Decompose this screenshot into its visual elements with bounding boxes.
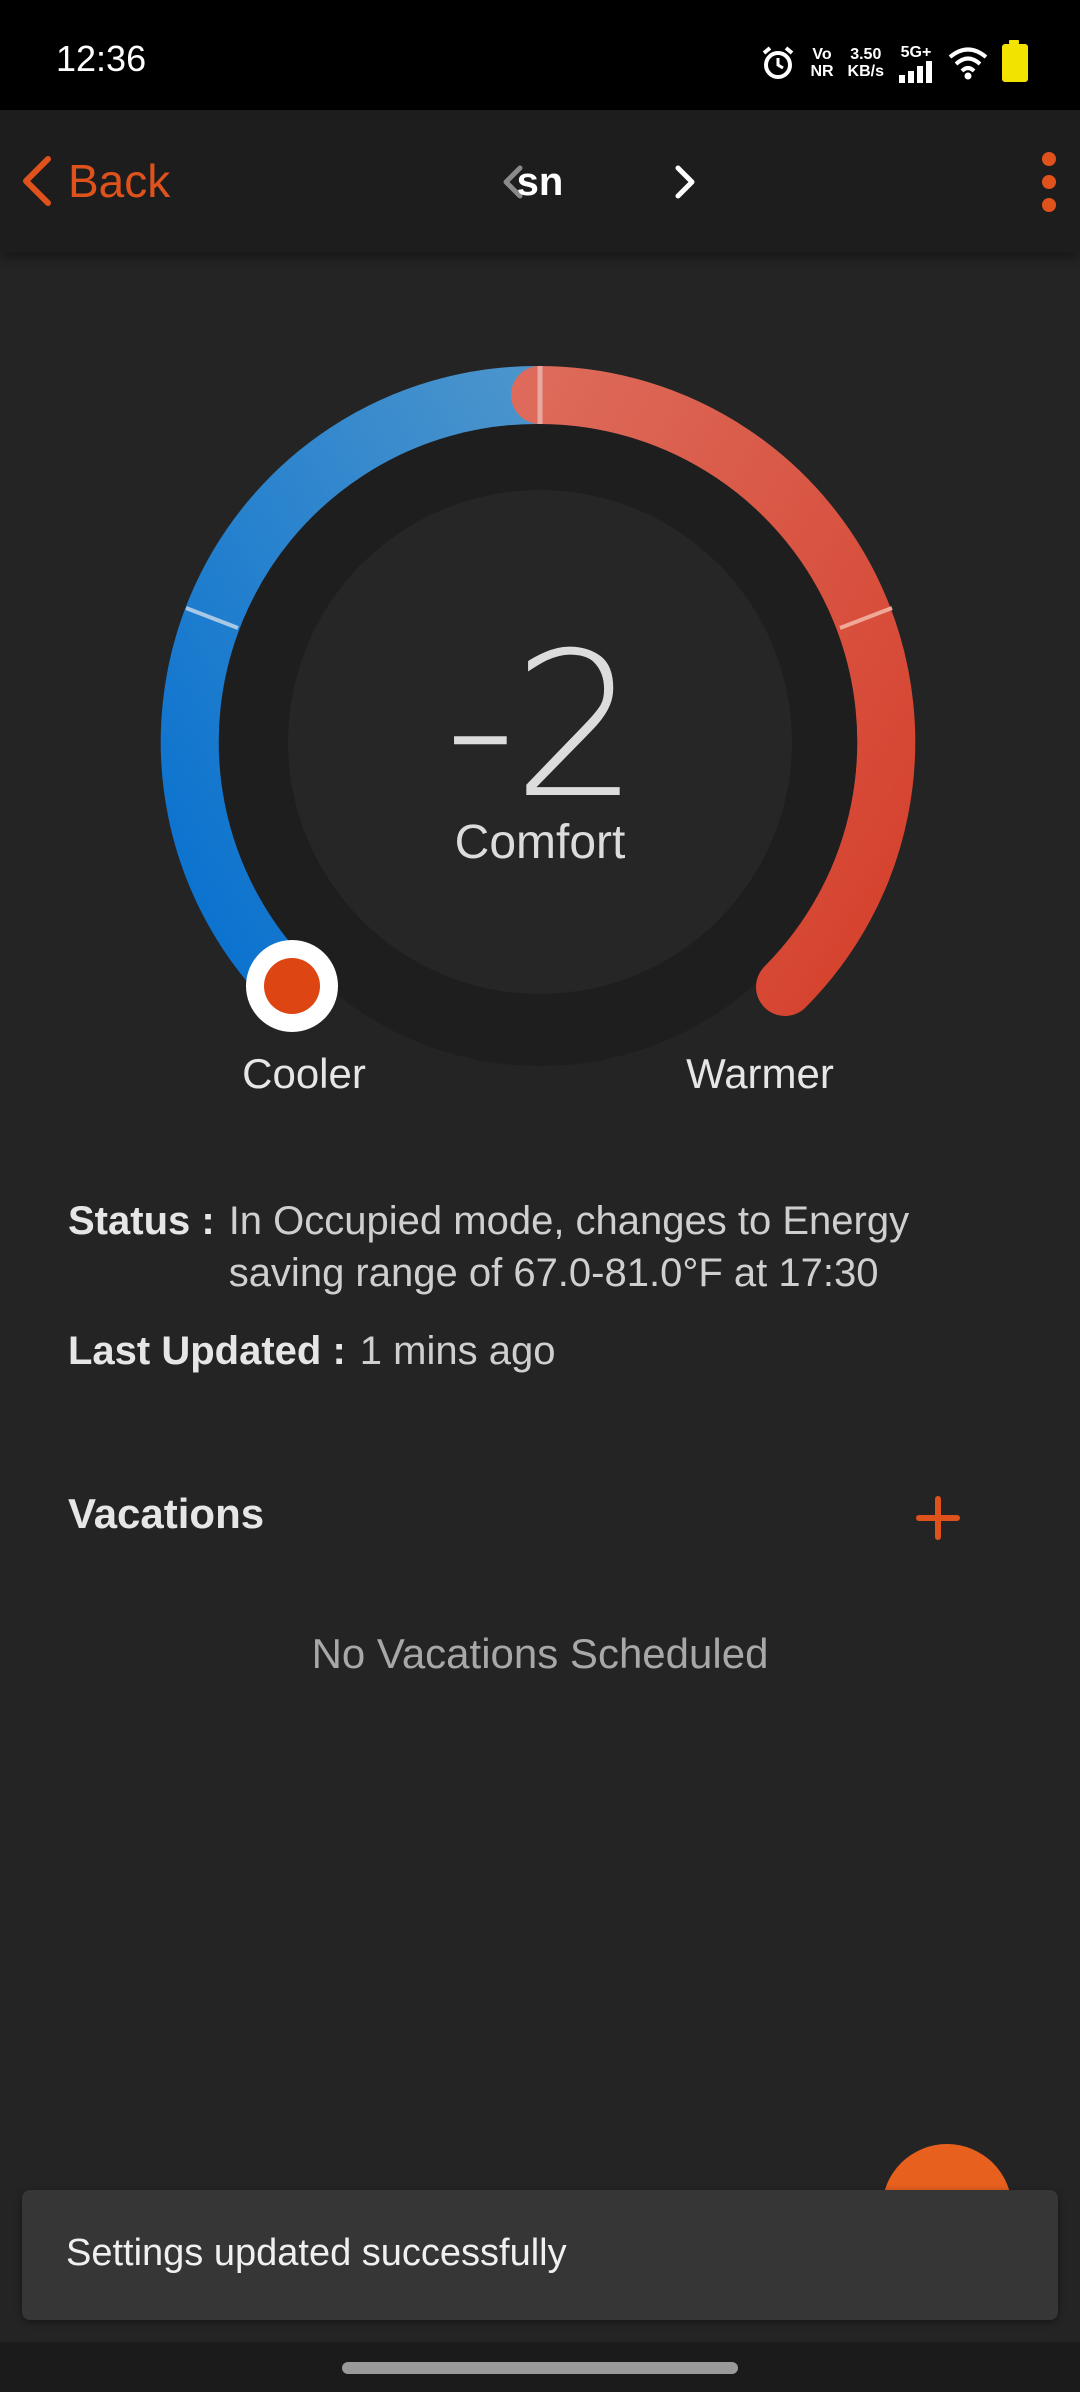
status-value: In Occupied mode, changes to Energy savi…	[228, 1199, 910, 1295]
battery-icon	[1002, 40, 1028, 82]
snackbar: Settings updated successfully	[22, 2190, 1058, 2320]
alarm-icon	[763, 46, 794, 79]
chevron-left-icon	[23, 156, 51, 206]
add-vacation-button[interactable]	[916, 1496, 960, 1540]
volte-indicator: Vo NR	[810, 46, 834, 80]
wifi-icon	[948, 47, 988, 80]
dial-knob[interactable]	[246, 940, 338, 1032]
menu-dot	[1042, 198, 1056, 212]
chevron-right-icon	[675, 165, 695, 199]
network-speed: 3.50 KB/s	[847, 46, 884, 80]
status-bar: 12:36 Vo NR 3.50 KB/s 5G+	[0, 0, 1080, 110]
no-vacations-text: No Vacations Scheduled	[311, 1630, 769, 1677]
plus-icon	[916, 1496, 960, 1540]
info-section: Status : In Occupied mode, changes to En…	[68, 1195, 1028, 1377]
last-updated-value: 1 mins ago	[359, 1329, 556, 1373]
last-updated-key: Last Updated :	[68, 1329, 346, 1373]
last-updated-row: Last Updated : 1 mins ago	[68, 1325, 1028, 1377]
comfort-dial[interactable]: -2 Comfort Cooler Warmer	[0, 300, 1080, 1120]
warmer-label: Warmer	[686, 1050, 834, 1097]
next-button[interactable]	[668, 162, 704, 207]
page-title: sn	[516, 160, 564, 204]
menu-dot	[1042, 152, 1056, 166]
mode-label: Comfort	[454, 816, 626, 869]
vacations-title: Vacations	[68, 1490, 265, 1537]
status-icons: Vo NR 3.50 KB/s 5G+	[760, 40, 1028, 84]
back-button[interactable]: Back	[18, 148, 170, 214]
cell-signal: 5G+	[898, 44, 934, 83]
app-bar: Back sn	[0, 110, 1080, 252]
status-key: Status :	[68, 1199, 215, 1243]
gesture-bar[interactable]	[342, 2362, 738, 2374]
cooler-label: Cooler	[242, 1050, 366, 1097]
menu-dot	[1042, 175, 1056, 189]
overflow-menu-button[interactable]	[1036, 152, 1062, 212]
status-row: Status : In Occupied mode, changes to En…	[68, 1195, 1028, 1299]
snackbar-message: Settings updated successfully	[66, 2232, 567, 2274]
signal-icon	[899, 60, 932, 83]
status-time: 12:36	[56, 38, 147, 79]
back-label: Back	[68, 155, 171, 207]
network-type: 5G+	[900, 43, 932, 61]
setpoint-value: -2	[444, 610, 639, 843]
